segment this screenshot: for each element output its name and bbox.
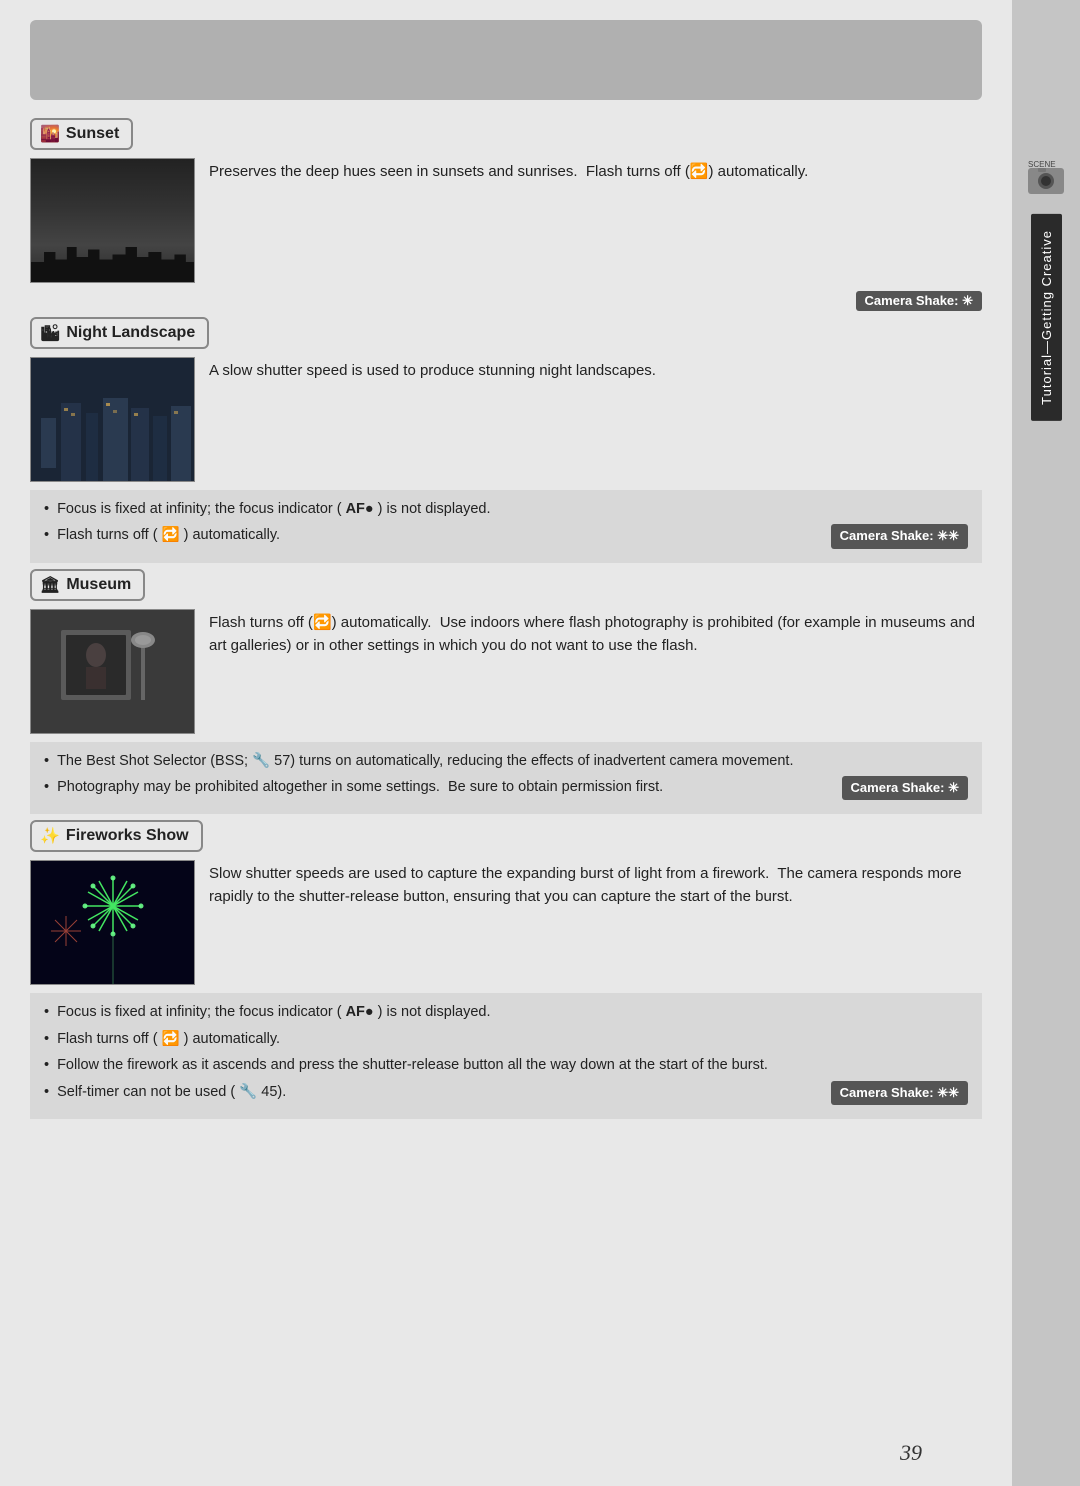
section-sunset: 🌇 Sunset Preserves the deep hues seen in… bbox=[30, 118, 982, 311]
night-landscape-bullets: Focus is fixed at infinity; the focus in… bbox=[30, 490, 982, 563]
sunset-badge-row: Camera Shake: ✳ bbox=[30, 291, 982, 311]
right-sidebar: SCENE Tutorial—Getting Creative bbox=[1012, 0, 1080, 1486]
section-night-landscape: 🏙 Night Landscape bbox=[30, 317, 982, 563]
sunset-content-row: Preserves the deep hues seen in sunsets … bbox=[30, 158, 982, 283]
fireworks-icon: ✨ bbox=[40, 826, 60, 846]
fireworks-title: Fireworks Show bbox=[66, 827, 189, 845]
sunset-camera-shake-badge: Camera Shake: ✳ bbox=[856, 291, 982, 311]
museum-thumbnail bbox=[30, 609, 195, 734]
museum-content-row: Flash turns off (🔁) automatically. Use i… bbox=[30, 609, 982, 734]
section-museum: 🏛 Museum Flash bbox=[30, 569, 982, 815]
museum-title: Museum bbox=[66, 576, 131, 594]
museum-svg bbox=[31, 610, 195, 734]
fireworks-bullet-4: Self-timer can not be used (🔧 45). Camer… bbox=[44, 1081, 968, 1105]
top-bar bbox=[30, 20, 982, 100]
fireworks-thumbnail bbox=[30, 860, 195, 985]
sidebar-label: Tutorial—Getting Creative bbox=[1039, 230, 1054, 405]
page-number: 39 bbox=[900, 1440, 922, 1466]
sunset-label: 🌇 Sunset bbox=[30, 118, 133, 150]
museum-description: Flash turns off (🔁) automatically. Use i… bbox=[209, 609, 982, 734]
fireworks-bullet-2: Flash turns off (🔁) automatically. bbox=[44, 1028, 968, 1050]
scene-camera-icon: SCENE bbox=[1026, 160, 1066, 200]
fireworks-content-row: Slow shutter speeds are used to capture … bbox=[30, 860, 982, 985]
svg-text:SCENE: SCENE bbox=[1028, 160, 1056, 169]
museum-bullet-2: Photography may be prohibited altogether… bbox=[44, 776, 968, 800]
night-landscape-description: A slow shutter speed is used to produce … bbox=[209, 357, 982, 482]
fireworks-description: Slow shutter speeds are used to capture … bbox=[209, 860, 982, 985]
night-camera-shake-badge: Camera Shake: ✳✳ bbox=[831, 524, 968, 548]
museum-bullets: The Best Shot Selector (BSS; 🔧 57) turns… bbox=[30, 742, 982, 815]
city-silhouette bbox=[31, 232, 194, 282]
sunset-thumbnail bbox=[30, 158, 195, 283]
night-bullet-2: Flash turns off (🔁) automatically. Camer… bbox=[44, 524, 968, 548]
museum-bullet-1: The Best Shot Selector (BSS; 🔧 57) turns… bbox=[44, 750, 968, 772]
night-landscape-content-row: A slow shutter speed is used to produce … bbox=[30, 357, 982, 482]
museum-label: 🏛 Museum bbox=[30, 569, 145, 601]
sunset-description: Preserves the deep hues seen in sunsets … bbox=[209, 158, 982, 283]
fireworks-label: ✨ Fireworks Show bbox=[30, 820, 203, 852]
night-svg bbox=[31, 358, 195, 482]
night-landscape-thumbnail bbox=[30, 357, 195, 482]
museum-camera-shake-badge: Camera Shake: ✳ bbox=[842, 776, 968, 800]
fireworks-bullets: Focus is fixed at infinity; the focus in… bbox=[30, 993, 982, 1119]
fireworks-camera-shake-badge: Camera Shake: ✳✳ bbox=[831, 1081, 968, 1105]
night-bullet-1: Focus is fixed at infinity; the focus in… bbox=[44, 498, 968, 520]
fireworks-bullet-3: Follow the firework as it ascends and pr… bbox=[44, 1054, 968, 1076]
section-fireworks: ✨ Fireworks Show bbox=[30, 820, 982, 1119]
night-landscape-icon: 🏙 bbox=[40, 323, 60, 343]
scene-icon: SCENE bbox=[1026, 160, 1066, 206]
sidebar-tab-tutorial: Tutorial—Getting Creative bbox=[1031, 214, 1062, 421]
sunset-title: Sunset bbox=[66, 125, 119, 143]
sunset-icon: 🌇 bbox=[40, 124, 60, 144]
fireworks-bullet-1: Focus is fixed at infinity; the focus in… bbox=[44, 1001, 968, 1023]
main-content: 🌇 Sunset Preserves the deep hues seen in… bbox=[0, 0, 1012, 1486]
night-landscape-title: Night Landscape bbox=[66, 324, 195, 342]
fireworks-svg bbox=[31, 861, 195, 985]
night-landscape-label: 🏙 Night Landscape bbox=[30, 317, 209, 349]
museum-icon: 🏛 bbox=[40, 575, 60, 595]
